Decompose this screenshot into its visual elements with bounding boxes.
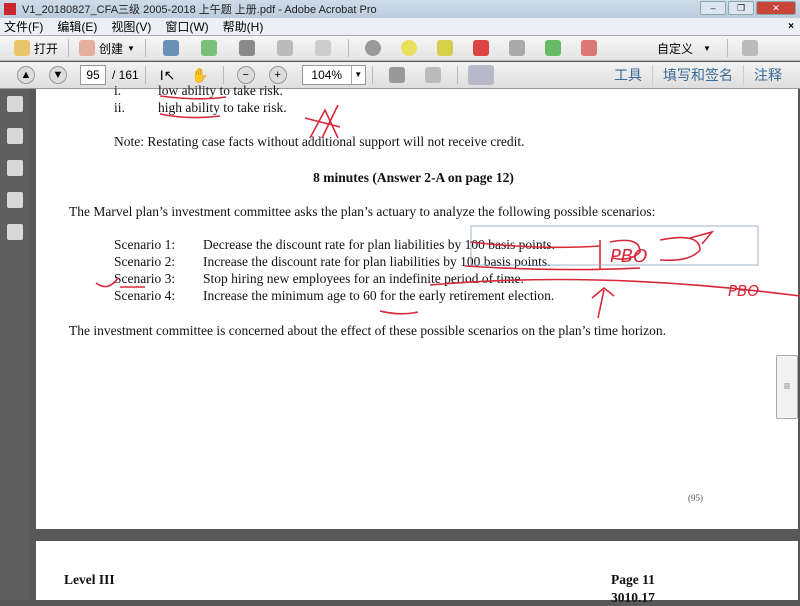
zoom-value: 104% [311,68,343,82]
tab-comment[interactable]: 注释 [743,65,792,85]
page-number-input[interactable]: 95 [80,65,106,85]
page-settings-icon[interactable] [508,40,525,56]
customize-label: 自定义 [656,41,693,56]
scenario-text: Stop hiring new employees for an indefin… [203,271,524,286]
tab-fill-sign[interactable]: 填写和签名 [652,65,743,85]
scenario-label: Scenario 1: [114,237,176,252]
open-button[interactable]: 打开 [10,37,62,59]
read-mode-icon[interactable] [467,65,494,85]
open-label: 打开 [34,41,59,56]
window-title: V1_20180827_CFA三级 2005-2018 上午题 上册.pdf -… [22,4,377,16]
page-label: Page 11 [611,572,655,587]
intro-text: The Marvel plan’s investment committee a… [69,204,656,219]
note-text: Note: Restating case facts without addit… [114,134,525,149]
print-icon[interactable] [238,40,255,56]
acrobat-icon [4,3,16,15]
layers-icon[interactable] [7,192,23,208]
scrollbar-thumb[interactable]: ≡ [776,355,798,419]
scenario-label: Scenario 3: [114,271,176,286]
pdf-page: i. low ability to take risk. ii. high ab… [36,83,798,529]
menu-help[interactable]: 帮助(H) [223,18,264,35]
attachment-icon[interactable] [7,160,23,176]
menu-edit[interactable]: 编辑(E) [57,18,97,35]
left-panel [0,89,30,600]
signature-icon[interactable] [7,224,23,240]
create-pdf-icon [79,40,96,56]
cloud-upload-icon[interactable] [200,40,217,56]
zoom-select[interactable]: 104% ▼ [301,65,366,85]
close-button[interactable]: ✕ [756,1,796,15]
scenario-label: Scenario 4: [114,288,176,303]
comment-icon[interactable] [400,40,417,56]
question-heading: 8 minutes (Answer 2-A on page 12) [313,170,514,185]
sign-icon[interactable] [580,40,597,56]
next-page-button[interactable]: ▼ [49,66,67,84]
pdf-next-page: Level III Page 11 3010.17 [36,541,798,605]
minimize-button[interactable]: – [700,1,726,15]
scenario-text: Increase the discount rate for plan liab… [203,254,551,269]
fullscreen-icon[interactable] [741,40,758,56]
exam-code: 3010.17 [611,590,655,605]
menu-bar: 文件(F) 编辑(E) 视图(V) 窗口(W) 帮助(H) × [0,18,800,35]
scenario-text: Increase the minimum age to 60 for the e… [203,288,555,303]
scenario-label: Scenario 2: [114,254,176,269]
item-ii-text: high ability to take risk. [158,100,287,115]
level-label: Level III [64,572,115,587]
folder-icon [14,40,30,56]
customize-dropdown[interactable]: 自定义 ▼ [653,37,715,59]
edit-icon[interactable] [276,40,293,56]
item-i-number: i. [114,83,122,98]
fit-width-icon[interactable] [424,67,441,83]
pages-icon[interactable] [7,96,23,112]
zoom-out-button[interactable]: − [236,66,255,84]
zoom-in-button[interactable]: + [268,66,287,84]
bookmark-icon[interactable] [7,128,23,144]
fit-page-icon[interactable] [388,67,405,83]
tab-tools[interactable]: 工具 [604,65,652,85]
create-label: 创建 [99,41,124,56]
concern-text: The investment committee is concerned ab… [69,323,666,338]
page-marker: (95) [688,493,703,503]
gear-icon[interactable] [364,40,381,56]
close-doc-button[interactable]: × [788,21,794,32]
menu-file[interactable]: 文件(F) [4,18,43,35]
menu-window[interactable]: 窗口(W) [165,18,208,35]
highlight-icon[interactable] [436,40,453,56]
page-total: / 161 [112,68,139,82]
save-icon[interactable] [162,40,179,56]
scenario-text: Decrease the discount rate for plan liab… [203,237,556,252]
menu-view[interactable]: 视图(V) [111,18,151,35]
item-ii-number: ii. [114,100,125,115]
create-button[interactable]: 创建 ▼ [75,37,139,59]
hand-tool-icon[interactable]: ✋ [191,67,208,84]
prev-page-button[interactable]: ▲ [17,66,35,84]
select-tool-icon[interactable]: I↖ [160,67,176,84]
item-i-text: low ability to take risk. [158,83,283,98]
restore-button[interactable]: ❐ [728,1,754,15]
email-icon[interactable] [314,40,331,56]
toolbar: 打开 创建 ▼ 自定义 ▼ [0,35,800,61]
extract-page-icon[interactable] [544,40,561,56]
delete-page-icon[interactable] [472,40,489,56]
title-bar: V1_20180827_CFA三级 2005-2018 上午题 上册.pdf -… [0,0,800,18]
